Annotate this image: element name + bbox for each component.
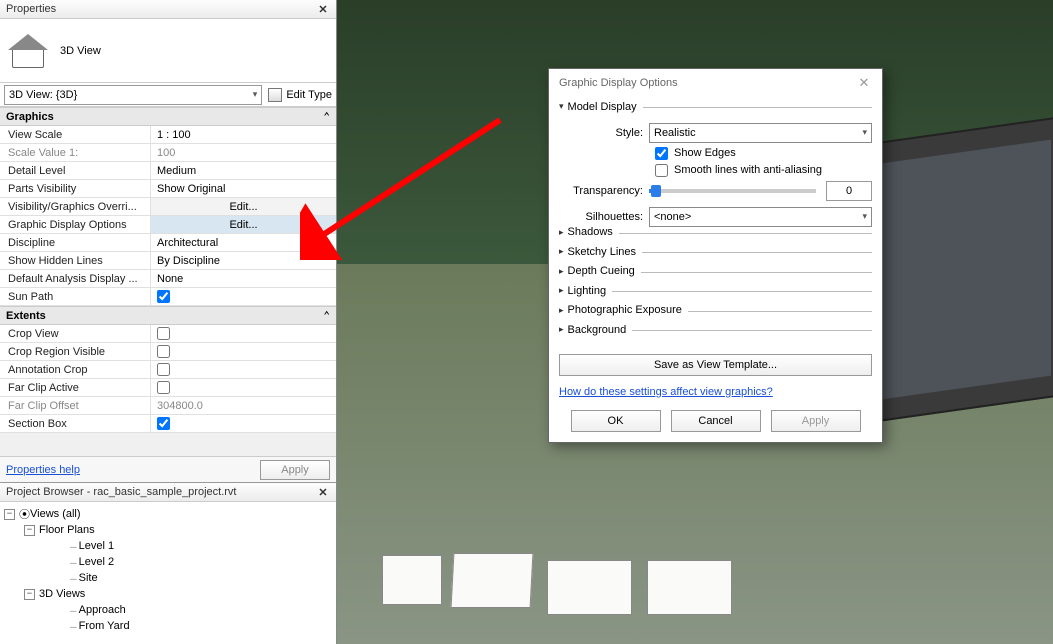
project-browser-title: Project Browser - rac_basic_sample_proje… [6, 486, 236, 498]
edit-type-button[interactable]: Edit Type [268, 88, 332, 102]
properties-header[interactable]: Properties ✕ [0, 0, 336, 19]
tree-item-from-yard[interactable]: From Yard [79, 620, 130, 632]
detail-level-value[interactable]: Medium [150, 162, 336, 179]
style-select[interactable]: Realistic▾ [649, 123, 872, 143]
tree-item-floor-plans[interactable]: Floor Plans [39, 524, 95, 536]
view-instance-combo[interactable]: 3D View: {3D} ▾ [4, 85, 262, 105]
save-as-view-template-button[interactable]: Save as View Template... [559, 354, 872, 376]
close-icon[interactable]: ✕ [316, 486, 330, 499]
chevron-down-icon: ▾ [862, 211, 867, 222]
tree-item-approach[interactable]: Approach [79, 604, 126, 616]
visibility-graphics-edit-button[interactable]: Edit... [150, 198, 336, 215]
section-extents[interactable]: Extents ⌃ [0, 306, 336, 325]
project-browser-tree[interactable]: −⦿ Views (all) −Floor Plans —Level 1 —Le… [0, 502, 336, 644]
discipline-value[interactable]: Architectural [150, 234, 336, 251]
annotation-crop-checkbox[interactable] [157, 363, 170, 376]
chevron-down-icon: ▾ [253, 89, 258, 100]
paving-slab [647, 560, 732, 615]
group-shadows[interactable]: Shadows [559, 226, 619, 238]
graphic-display-options-dialog: Graphic Display Options ✕ Model Display … [548, 68, 883, 443]
far-clip-offset-value: 304800.0 [150, 397, 336, 414]
close-icon[interactable]: ✕ [856, 75, 872, 91]
properties-help-link[interactable]: Properties help [6, 464, 80, 476]
tree-item-3d-views[interactable]: 3D Views [39, 588, 85, 600]
parts-visibility-value[interactable]: Show Original [150, 180, 336, 197]
group-depth-cueing[interactable]: Depth Cueing [559, 265, 641, 277]
ok-button[interactable]: OK [571, 410, 661, 432]
house-icon [8, 34, 48, 68]
view-scale-value[interactable]: 1 : 100 [150, 126, 336, 143]
tree-item-level2[interactable]: Level 2 [79, 556, 114, 568]
building-geometry [863, 116, 1053, 424]
section-graphics[interactable]: Graphics ⌃ [0, 107, 336, 126]
group-lighting[interactable]: Lighting [559, 285, 612, 297]
group-model-display[interactable]: Model Display [559, 101, 643, 113]
default-analysis-value[interactable]: None [150, 270, 336, 287]
paving-slab [451, 553, 534, 608]
group-background[interactable]: Background [559, 324, 632, 336]
tree-item-site[interactable]: Site [79, 572, 98, 584]
properties-apply-button[interactable]: Apply [260, 460, 330, 480]
show-edges-checkbox[interactable] [655, 147, 668, 160]
transparency-slider[interactable] [649, 189, 816, 193]
group-sketchy-lines[interactable]: Sketchy Lines [559, 246, 642, 258]
smooth-lines-checkbox[interactable] [655, 164, 668, 177]
help-link[interactable]: How do these settings affect view graphi… [559, 386, 872, 398]
crop-view-checkbox[interactable] [157, 327, 170, 340]
cancel-button[interactable]: Cancel [671, 410, 761, 432]
properties-title: Properties [6, 3, 56, 15]
graphic-display-edit-button[interactable]: Edit... [150, 216, 336, 233]
group-photographic-exposure[interactable]: Photographic Exposure [559, 304, 688, 316]
expander-icon[interactable]: − [24, 589, 35, 600]
scale-value: 100 [150, 144, 336, 161]
expander-icon[interactable]: − [4, 509, 15, 520]
paving-slab [547, 560, 632, 615]
edit-type-icon [268, 88, 282, 102]
collapse-icon: ⌃ [323, 309, 330, 322]
close-icon[interactable]: ✕ [316, 3, 330, 16]
expander-icon[interactable]: − [24, 525, 35, 536]
dialog-title: Graphic Display Options [559, 77, 678, 89]
tree-item-level1[interactable]: Level 1 [79, 540, 114, 552]
silhouettes-select[interactable]: <none>▾ [649, 207, 872, 227]
collapse-icon: ⌃ [323, 110, 330, 123]
apply-button[interactable]: Apply [771, 410, 861, 432]
type-label: 3D View [60, 45, 101, 57]
sun-path-checkbox[interactable] [157, 290, 170, 303]
properties-panel: Properties ✕ 3D View 3D View: {3D} ▾ Edi… [0, 0, 337, 644]
show-hidden-value[interactable]: By Discipline [150, 252, 336, 269]
section-box-checkbox[interactable] [157, 417, 170, 430]
chevron-down-icon: ▾ [862, 127, 867, 138]
transparency-value[interactable]: 0 [826, 181, 872, 201]
type-selector[interactable]: 3D View [0, 19, 336, 83]
project-browser-header[interactable]: Project Browser - rac_basic_sample_proje… [0, 483, 336, 502]
crop-region-checkbox[interactable] [157, 345, 170, 358]
paving-slab [382, 555, 442, 605]
far-clip-active-checkbox[interactable] [157, 381, 170, 394]
